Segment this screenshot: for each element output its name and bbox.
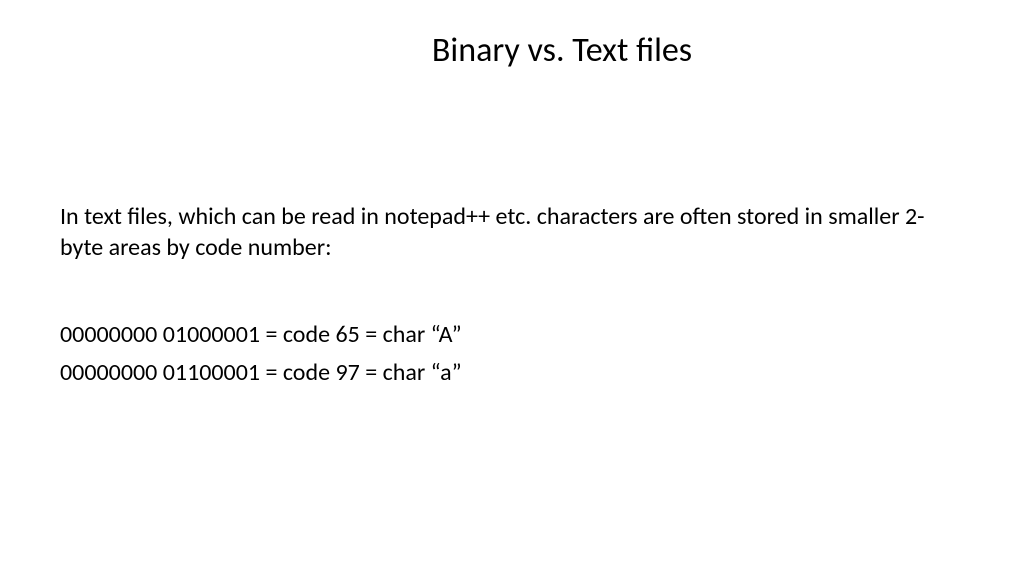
code-example-2: 00000000 01100001 = code 97 = char “a” <box>60 356 964 390</box>
slide-body-text: In text files, which can be read in note… <box>60 201 964 263</box>
slide-title: Binary vs. Text files <box>160 30 964 71</box>
code-example-1: 00000000 01000001 = code 65 = char “A” <box>60 318 964 352</box>
slide-container: Binary vs. Text files In text files, whi… <box>0 0 1024 576</box>
